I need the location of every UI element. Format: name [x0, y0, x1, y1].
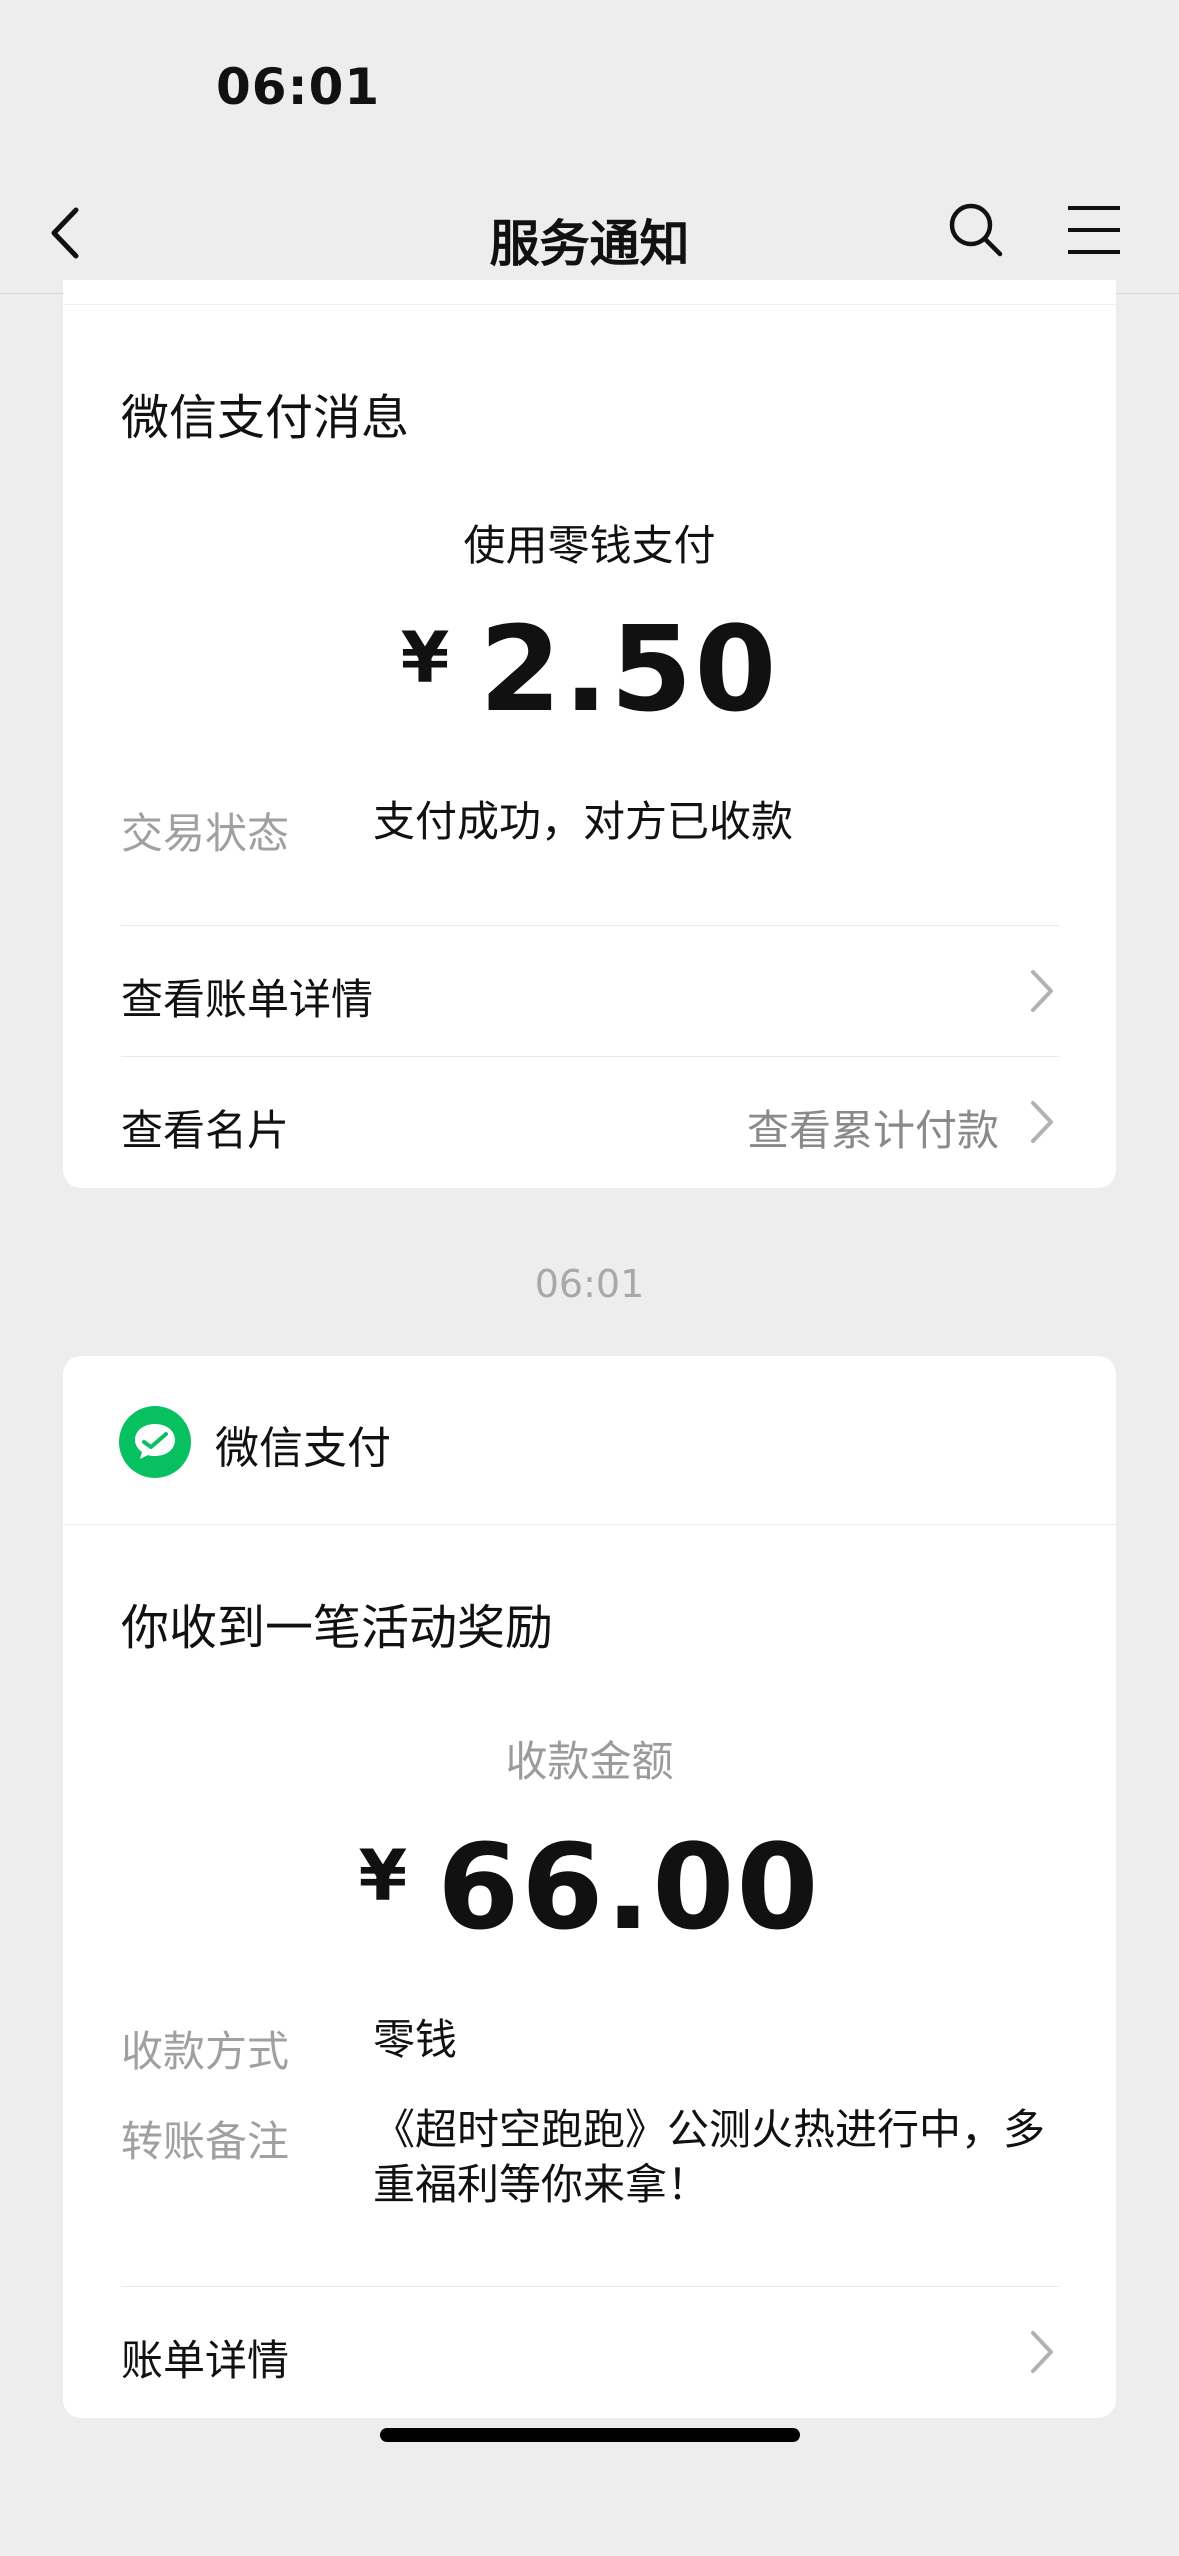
- status-time: 06:01: [216, 58, 381, 116]
- chevron-right-icon: [1031, 1101, 1053, 1143]
- bill-details-row[interactable]: 账单详情: [121, 2286, 1059, 2418]
- note-value: 《超时空跑跑》公测火热进行中，多重福利等你来拿！: [373, 2105, 1046, 2209]
- menu-icon: [1068, 206, 1120, 254]
- brand-name: 微信支付: [215, 1423, 391, 1474]
- note-label: 转账备注: [121, 2117, 290, 2166]
- search-button[interactable]: [946, 200, 1006, 260]
- row-label: 查看名片: [121, 1106, 290, 1155]
- status-value: 支付成功，对方已收款: [373, 797, 794, 846]
- method-value: 零钱: [373, 2015, 458, 2064]
- payment-message-card: 微信支付消息 使用零钱支付 ¥2.50 交易状态 支付成功，对方已收款 查看账单…: [63, 280, 1116, 1188]
- payment-method-caption: 使用零钱支付: [463, 521, 716, 570]
- reward-amount: ¥66.00: [63, 1818, 1116, 1956]
- currency-symbol: ¥: [400, 617, 452, 699]
- message-timestamp: 06:01: [534, 1262, 645, 1306]
- view-bill-details-row[interactable]: 查看账单详情: [121, 925, 1059, 1057]
- amount-value: 66.00: [437, 1818, 821, 1956]
- menu-button[interactable]: [1064, 202, 1124, 258]
- wechat-pay-icon: [119, 1406, 191, 1478]
- payment-amount: ¥2.50: [63, 600, 1116, 738]
- reward-message-card: 微信支付 你收到一笔活动奖励 收款金额 ¥66.00 收款方式 零钱 转账备注 …: [63, 1356, 1116, 2418]
- chevron-right-icon: [1031, 2331, 1053, 2373]
- search-icon: [949, 203, 1003, 257]
- card-title: 微信支付消息: [121, 390, 410, 446]
- card-divider: [63, 304, 1116, 305]
- chevron-right-icon: [1031, 970, 1053, 1012]
- card-title: 你收到一笔活动奖励: [121, 1600, 554, 1656]
- amount-value: 2.50: [479, 600, 779, 738]
- currency-symbol: ¥: [358, 1835, 410, 1917]
- home-indicator[interactable]: [380, 2428, 800, 2442]
- status-label: 交易状态: [121, 809, 290, 858]
- amount-caption: 收款金额: [505, 1737, 674, 1786]
- row-label: 查看账单详情: [121, 975, 374, 1024]
- view-cumulative-payment-link[interactable]: 查看累计付款: [747, 1097, 999, 1158]
- method-label: 收款方式: [121, 2027, 290, 2076]
- view-card-row[interactable]: 查看名片 查看累计付款: [121, 1056, 1059, 1188]
- status-bar: 06:01: [0, 0, 1179, 170]
- wechat-pay-header[interactable]: 微信支付: [63, 1356, 1116, 1525]
- row-label: 账单详情: [121, 2336, 290, 2385]
- nav-bar: 服务通知: [0, 170, 1179, 294]
